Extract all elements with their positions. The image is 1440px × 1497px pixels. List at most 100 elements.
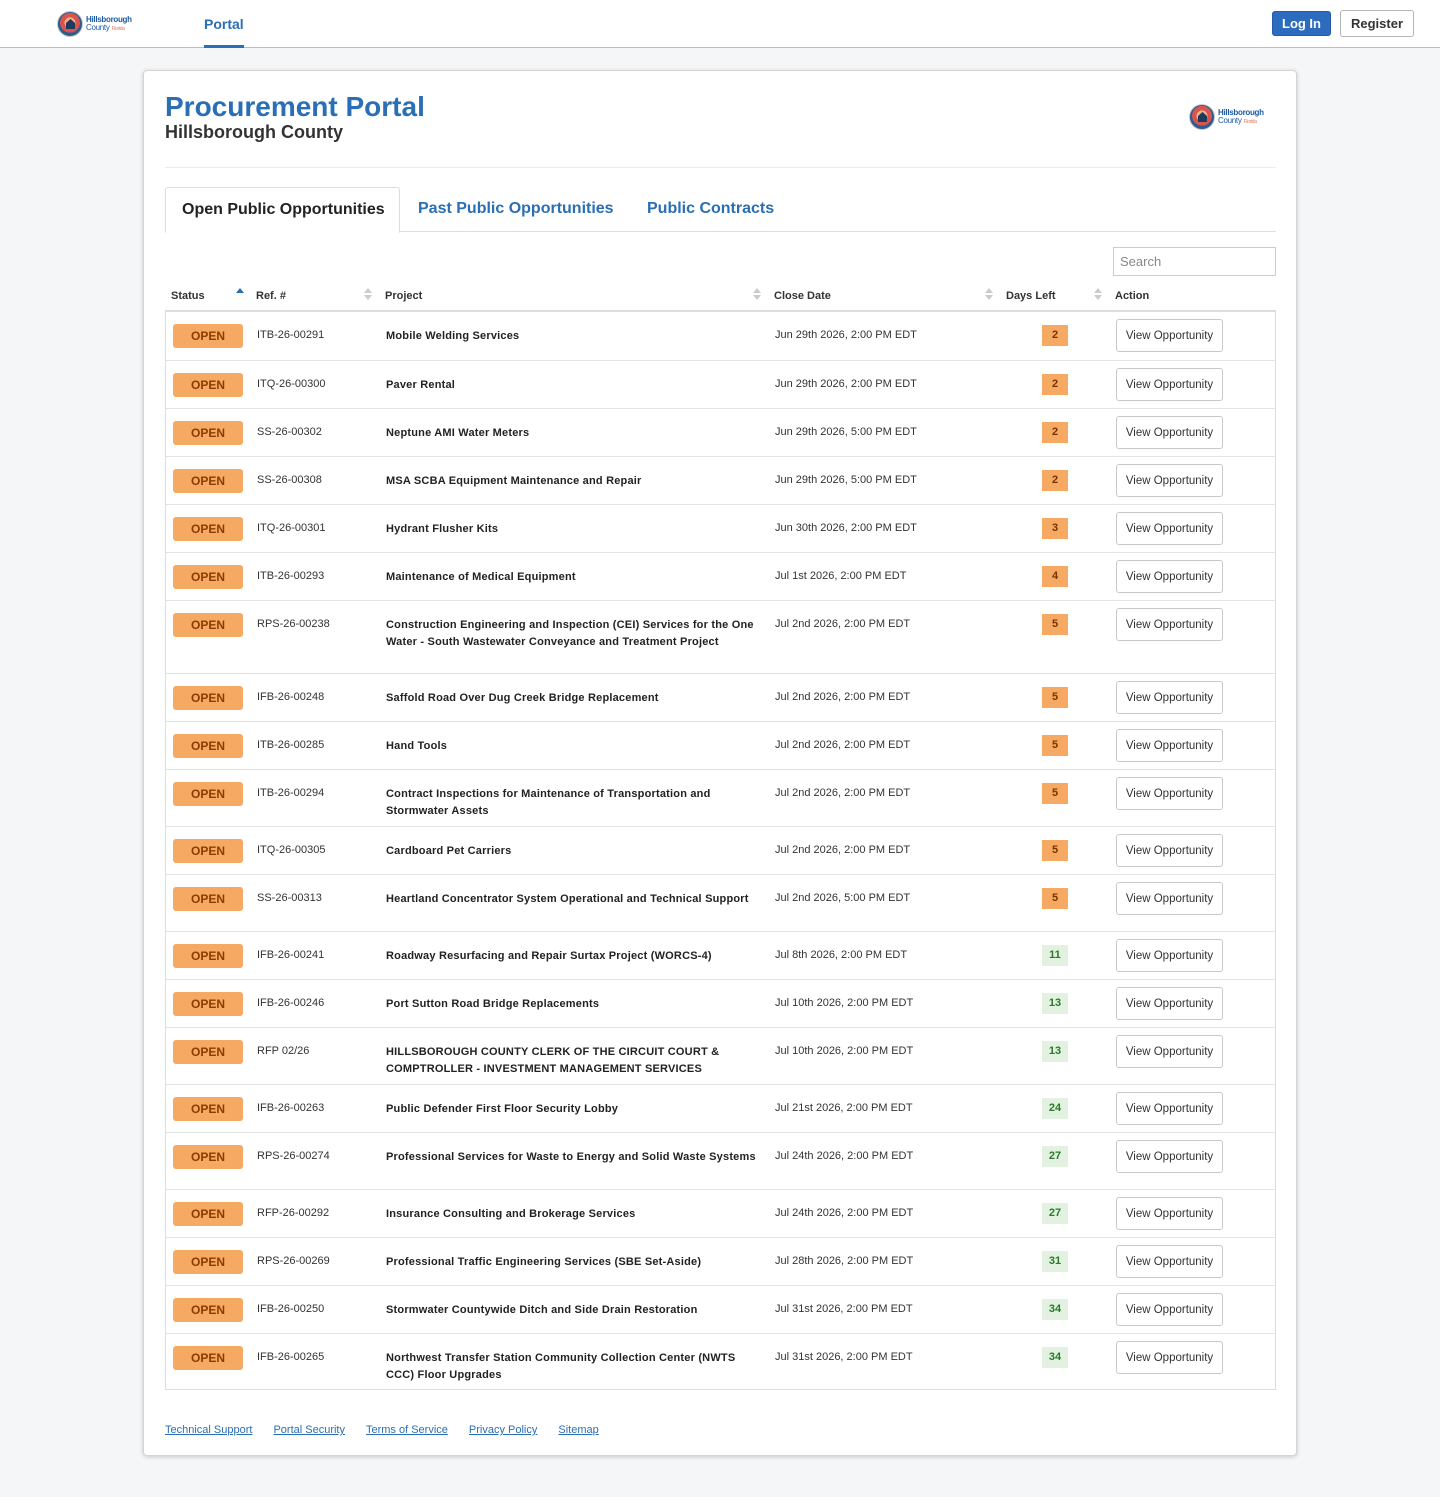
column-header-status[interactable]: Status <box>171 290 205 302</box>
project-name: Public Defender First Floor Security Lob… <box>386 1103 619 1115</box>
table-row: OPEN RPS-26-00238 Construction Engineering… <box>166 600 1275 673</box>
days-left-badge: 27 <box>1042 1203 1068 1224</box>
status-badge: OPEN <box>173 944 243 968</box>
column-header-action: Action <box>1115 290 1150 302</box>
days-left-badge: 2 <box>1042 325 1068 346</box>
table-row: OPEN RPS-26-00274 Professional Services fo… <box>166 1132 1275 1189</box>
ref-number: IFB-26-00241 <box>257 949 325 961</box>
footer-links: Technical Support Portal Security Terms of… <box>165 1424 620 1436</box>
footer-link-privacy-policy[interactable]: Privacy Policy <box>469 1424 537 1436</box>
project-name: Professional Traffic Engineering Service… <box>386 1256 702 1268</box>
project-name: Maintenance of Medical Equipment <box>386 571 576 583</box>
logo-text-line2: County <box>1218 115 1242 125</box>
view-opportunity-button[interactable]: View Opportunity <box>1116 1293 1223 1326</box>
table-row: OPEN RFP 02/26 HILLSBOROUGH COUNTY CLERK O… <box>166 1027 1275 1084</box>
county-seal-icon <box>57 11 83 37</box>
status-badge: OPEN <box>173 1298 243 1322</box>
table-row: OPEN RFP-26-00292 Insurance Consulting and… <box>166 1189 1275 1237</box>
ref-number: RPS-26-00238 <box>257 618 330 630</box>
county-logo[interactable]: Hillsborough County Florida <box>57 11 132 37</box>
sort-asc-icon[interactable] <box>236 288 244 302</box>
view-opportunity-button[interactable]: View Opportunity <box>1116 939 1223 972</box>
project-name: Port Sutton Road Bridge Replacements <box>386 998 600 1010</box>
view-opportunity-button[interactable]: View Opportunity <box>1116 681 1223 714</box>
view-opportunity-button[interactable]: View Opportunity <box>1116 608 1223 641</box>
view-opportunity-button[interactable]: View Opportunity <box>1116 1140 1223 1173</box>
column-header-close-date[interactable]: Close Date <box>774 290 831 302</box>
footer-link-terms-of-service[interactable]: Terms of Service <box>366 1424 448 1436</box>
ref-number: ITB-26-00285 <box>257 739 325 751</box>
close-date: Jul 2nd 2026, 2:00 PM EDT <box>775 787 911 799</box>
footer-link-portal-security[interactable]: Portal Security <box>273 1424 345 1436</box>
days-left-badge: 5 <box>1042 888 1068 909</box>
close-date: Jul 2nd 2026, 2:00 PM EDT <box>775 844 911 856</box>
view-opportunity-button[interactable]: View Opportunity <box>1116 368 1223 401</box>
column-header-ref[interactable]: Ref. # <box>256 290 286 302</box>
view-opportunity-button[interactable]: View Opportunity <box>1116 987 1223 1020</box>
view-opportunity-button[interactable]: View Opportunity <box>1116 834 1223 867</box>
close-date: Jun 29th 2026, 2:00 PM EDT <box>775 378 917 390</box>
view-opportunity-button[interactable]: View Opportunity <box>1116 1341 1223 1374</box>
register-button[interactable]: Register <box>1340 10 1414 37</box>
county-seal-icon <box>1189 104 1215 130</box>
view-opportunity-button[interactable]: View Opportunity <box>1116 729 1223 762</box>
ref-number: IFB-26-00248 <box>257 691 325 703</box>
days-left-badge: 24 <box>1042 1098 1068 1119</box>
tab-past-opportunities[interactable]: Past Public Opportunities <box>402 187 630 233</box>
close-date: Jul 28th 2026, 2:00 PM EDT <box>775 1255 914 1267</box>
sort-icon[interactable] <box>753 288 761 302</box>
view-opportunity-button[interactable]: View Opportunity <box>1116 1035 1223 1068</box>
project-name: Northwest Transfer Station Community Col… <box>386 1352 736 1381</box>
days-left-badge: 5 <box>1042 687 1068 708</box>
view-opportunity-button[interactable]: View Opportunity <box>1116 512 1223 545</box>
logo-text-line3: Florida <box>1243 118 1257 125</box>
column-header-project[interactable]: Project <box>385 290 422 302</box>
sort-icon[interactable] <box>364 288 372 302</box>
view-opportunity-button[interactable]: View Opportunity <box>1116 464 1223 497</box>
project-name: Construction Engineering and Inspection … <box>386 619 754 648</box>
view-opportunity-button[interactable]: View Opportunity <box>1116 1245 1223 1278</box>
footer-link-technical-support[interactable]: Technical Support <box>165 1424 252 1436</box>
project-name: Professional Services for Waste to Energ… <box>386 1151 756 1163</box>
table-row: OPEN IFB-26-00265 Northwest Transfer Stati… <box>166 1333 1275 1389</box>
table-row: OPEN ITB-26-00285 Hand Tools Jul 2nd 2026, … <box>166 721 1275 769</box>
login-button[interactable]: Log In <box>1272 11 1331 36</box>
view-opportunity-button[interactable]: View Opportunity <box>1116 1197 1223 1230</box>
project-name: Hand Tools <box>386 740 448 752</box>
days-left-badge: 5 <box>1042 840 1068 861</box>
status-badge: OPEN <box>173 613 243 637</box>
view-opportunity-button[interactable]: View Opportunity <box>1116 777 1223 810</box>
days-left-badge: 2 <box>1042 470 1068 491</box>
ref-number: SS-26-00308 <box>257 474 322 486</box>
status-badge: OPEN <box>173 686 243 710</box>
view-opportunity-button[interactable]: View Opportunity <box>1116 319 1223 352</box>
table-row: OPEN IFB-26-00248 Saffold Road Over Dug Cr… <box>166 673 1275 721</box>
search-input[interactable] <box>1113 247 1276 276</box>
ref-number: IFB-26-00246 <box>257 997 325 1009</box>
tab-open-opportunities[interactable]: Open Public Opportunities <box>165 187 400 233</box>
status-badge: OPEN <box>173 887 243 911</box>
ref-number: IFB-26-00265 <box>257 1351 325 1363</box>
close-date: Jul 21st 2026, 2:00 PM EDT <box>775 1102 913 1114</box>
column-header-days-left[interactable]: Days Left <box>1006 290 1056 302</box>
view-opportunity-button[interactable]: View Opportunity <box>1116 882 1223 915</box>
view-opportunity-button[interactable]: View Opportunity <box>1116 560 1223 593</box>
project-name: Neptune AMI Water Meters <box>386 427 530 439</box>
sort-icon[interactable] <box>985 288 993 302</box>
view-opportunity-button[interactable]: View Opportunity <box>1116 1092 1223 1125</box>
ref-number: IFB-26-00250 <box>257 1303 325 1315</box>
tab-public-contracts[interactable]: Public Contracts <box>631 187 790 233</box>
view-opportunity-button[interactable]: View Opportunity <box>1116 416 1223 449</box>
status-badge: OPEN <box>173 734 243 758</box>
table-row: OPEN ITB-26-00293 Maintenance of Medical E… <box>166 552 1275 600</box>
project-name: Heartland Concentrator System Operationa… <box>386 893 749 905</box>
ref-number: RPS-26-00274 <box>257 1150 330 1162</box>
close-date: Jul 2nd 2026, 2:00 PM EDT <box>775 691 911 703</box>
nav-portal-link[interactable]: Portal <box>204 0 244 48</box>
close-date: Jun 29th 2026, 5:00 PM EDT <box>775 474 917 486</box>
status-badge: OPEN <box>173 1145 243 1169</box>
footer-link-sitemap[interactable]: Sitemap <box>558 1424 598 1436</box>
sort-icon[interactable] <box>1094 288 1102 302</box>
project-name: Roadway Resurfacing and Repair Surtax Pr… <box>386 950 712 962</box>
status-badge: OPEN <box>173 992 243 1016</box>
